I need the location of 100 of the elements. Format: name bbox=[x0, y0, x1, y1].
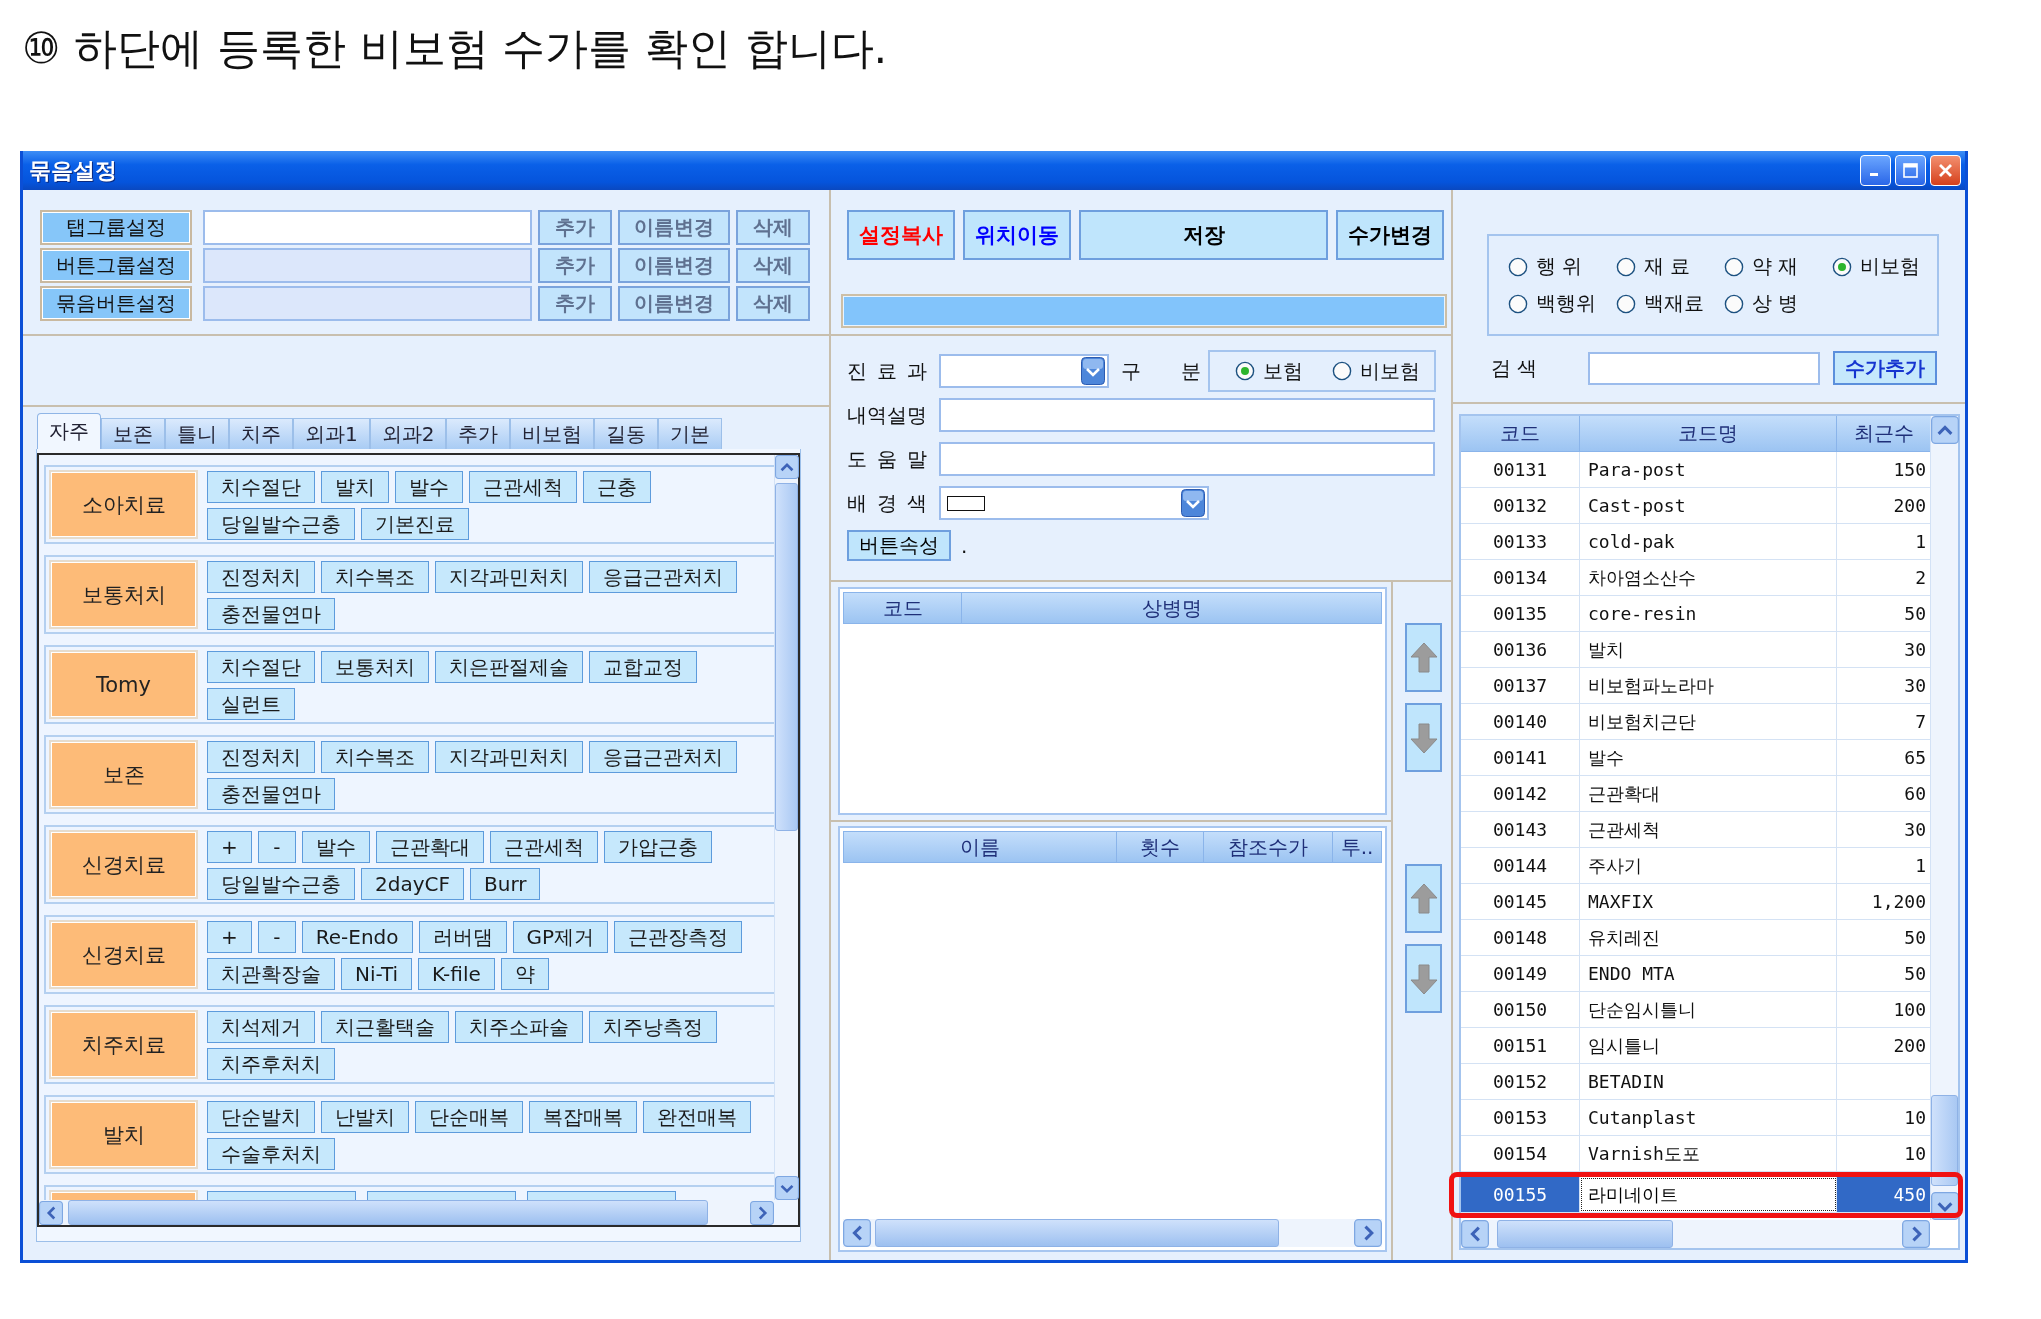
tab[interactable]: 외과1 bbox=[293, 418, 370, 449]
treatment-button[interactable]: 치주낭측정 bbox=[589, 1011, 717, 1043]
radio-option[interactable]: 상 병 bbox=[1724, 290, 1832, 317]
treatment-button[interactable]: 기본진료 bbox=[361, 508, 469, 540]
tab[interactable]: 치주 bbox=[229, 418, 293, 449]
tab[interactable]: 틀니 bbox=[165, 418, 229, 449]
treatment-button[interactable]: 당일발수근충 bbox=[207, 868, 355, 900]
treatment-button[interactable]: 지각과민처치 bbox=[435, 741, 583, 773]
chevron-up-icon[interactable] bbox=[1931, 416, 1959, 444]
treatment-button[interactable]: Burr bbox=[470, 868, 541, 900]
treatment-button[interactable]: 치주후처치 bbox=[207, 1048, 335, 1080]
chevron-left-icon[interactable] bbox=[843, 1219, 871, 1247]
treatment-button[interactable]: 교합교정 bbox=[589, 651, 697, 683]
treatment-button[interactable]: 가압근충 bbox=[603, 831, 712, 863]
chevron-down-icon[interactable] bbox=[1181, 489, 1205, 517]
treatment-button[interactable]: 단순매복 bbox=[415, 1101, 523, 1133]
column-header[interactable]: 횟수 bbox=[1117, 832, 1204, 862]
description-field[interactable] bbox=[939, 398, 1435, 432]
column-header[interactable]: 최근수 bbox=[1837, 416, 1930, 451]
column-header[interactable]: 참조수가 bbox=[1204, 832, 1333, 862]
toolbar-button[interactable]: 수가변경 bbox=[1336, 210, 1444, 260]
scrollbar-thumb[interactable] bbox=[775, 483, 798, 831]
radio-option[interactable]: 재 료 bbox=[1616, 253, 1724, 280]
treatment-button[interactable]: 충전물연마 bbox=[207, 778, 335, 810]
treatment-button[interactable]: 응급근관처치 bbox=[589, 741, 737, 773]
vertical-scrollbar[interactable] bbox=[1930, 416, 1958, 1220]
treatment-button[interactable]: 치은판절제술 bbox=[435, 651, 583, 683]
table-row[interactable]: 00154 Varnish도포 10 bbox=[1461, 1136, 1930, 1172]
table-row[interactable]: 00137 비보험파노라마 30 bbox=[1461, 668, 1930, 704]
treatment-button[interactable]: 약 bbox=[500, 958, 549, 990]
treatment-button[interactable]: 지각과민처치 bbox=[435, 561, 583, 593]
color-dropdown[interactable] bbox=[939, 486, 1209, 520]
treatment-button[interactable]: 발수 bbox=[301, 831, 370, 863]
column-header[interactable]: 상병명 bbox=[962, 593, 1381, 623]
table-row[interactable]: 00140 비보험치근단 7 bbox=[1461, 704, 1930, 740]
treatment-button[interactable]: 응급근관처치 bbox=[589, 561, 737, 593]
treatment-button[interactable]: 보통처치 bbox=[321, 651, 429, 683]
treatment-button[interactable]: 발치 bbox=[321, 471, 389, 503]
tab[interactable]: 기본 bbox=[658, 418, 723, 449]
radio-option[interactable]: 비보험 bbox=[1832, 253, 1940, 280]
treatment-button[interactable]: 당일발수근충 bbox=[207, 508, 355, 540]
chevron-up-icon[interactable] bbox=[775, 455, 799, 479]
radio-icon[interactable] bbox=[1724, 293, 1744, 314]
table-row[interactable]: 00134 차아염소산수 2 bbox=[1461, 560, 1930, 596]
chevron-left-icon[interactable] bbox=[39, 1200, 63, 1225]
move-up-button[interactable] bbox=[1405, 864, 1442, 933]
radio-icon[interactable] bbox=[1234, 361, 1255, 381]
table-row[interactable]: 00143 근관세척 30 bbox=[1461, 812, 1930, 848]
table-row[interactable]: 00131 Para-post 150 bbox=[1461, 452, 1930, 488]
treatment-button[interactable]: 단순발치 bbox=[207, 1101, 315, 1133]
horizontal-scrollbar[interactable] bbox=[1461, 1220, 1930, 1248]
add-fee-button[interactable]: 수가추가 bbox=[1833, 351, 1937, 385]
treatment-button[interactable]: 진정처치 bbox=[207, 561, 315, 593]
treatment-button[interactable]: 치관확장술 bbox=[207, 958, 335, 990]
radio-option[interactable]: 백행위 bbox=[1508, 290, 1616, 317]
scrollbar-thumb[interactable] bbox=[1931, 1095, 1958, 1186]
treatment-button[interactable]: 진정처치 bbox=[207, 741, 315, 773]
arrow-down-icon[interactable] bbox=[1409, 720, 1438, 755]
treatment-button[interactable]: 발수 bbox=[395, 471, 463, 503]
treatment-button[interactable]: 근관세척 bbox=[489, 831, 598, 863]
treatment-button[interactable]: 근관확대 bbox=[375, 831, 484, 863]
table-row[interactable]: 00144 주사기 1 bbox=[1461, 848, 1930, 884]
treatment-button[interactable]: 러버댐 bbox=[418, 921, 507, 953]
table-row[interactable]: 00145 MAXFIX 1,200 bbox=[1461, 884, 1930, 920]
chevron-right-icon[interactable] bbox=[1354, 1219, 1382, 1247]
treatment-button[interactable]: GP제거 bbox=[512, 921, 609, 953]
table-row[interactable]: 00151 임시틀니 200 bbox=[1461, 1028, 1930, 1064]
vertical-scrollbar[interactable] bbox=[774, 455, 798, 1200]
arrow-down-icon[interactable] bbox=[1409, 961, 1438, 996]
treatment-button[interactable]: Ni-Ti bbox=[341, 958, 413, 990]
arrow-up-icon[interactable] bbox=[1409, 881, 1438, 916]
table-row[interactable]: 00141 발수 65 bbox=[1461, 740, 1930, 776]
treatment-button[interactable]: 완전매복 bbox=[643, 1101, 751, 1133]
table-row[interactable]: 00152 BETADIN bbox=[1461, 1064, 1930, 1100]
radio-option[interactable]: 약 재 bbox=[1724, 253, 1832, 280]
column-header[interactable]: 이름 bbox=[844, 832, 1117, 862]
chevron-down-icon[interactable] bbox=[1081, 357, 1105, 385]
chevron-left-icon[interactable] bbox=[1461, 1220, 1489, 1248]
table-row[interactable]: 00153 Cutanplast 10 bbox=[1461, 1100, 1930, 1136]
table-row[interactable]: 00135 core-resin 50 bbox=[1461, 596, 1930, 632]
table-row[interactable]: 00148 유치레진 50 bbox=[1461, 920, 1930, 956]
treatment-button[interactable]: 치수복조 bbox=[321, 741, 429, 773]
scrollbar-thumb[interactable] bbox=[1497, 1220, 1673, 1248]
radio-icon[interactable] bbox=[1508, 293, 1528, 314]
treatment-button[interactable]: 복잡매복 bbox=[529, 1101, 637, 1133]
tab[interactable]: 보존 bbox=[101, 418, 165, 449]
column-header[interactable]: 코드명 bbox=[1580, 416, 1837, 451]
scrollbar-thumb[interactable] bbox=[875, 1219, 1279, 1247]
tab[interactable]: 외과2 bbox=[369, 418, 447, 449]
radio-icon[interactable] bbox=[1508, 256, 1528, 277]
treatment-button[interactable]: 치주소파술 bbox=[455, 1011, 583, 1043]
horizontal-scrollbar[interactable] bbox=[843, 1219, 1382, 1247]
move-up-button[interactable] bbox=[1405, 623, 1442, 692]
move-down-button[interactable] bbox=[1405, 944, 1442, 1013]
radio-option[interactable]: 백재료 bbox=[1616, 290, 1724, 317]
treatment-button[interactable]: 난발치 bbox=[321, 1101, 409, 1133]
radio-option[interactable]: 행 위 bbox=[1508, 253, 1616, 280]
table-row[interactable]: 00150 단순임시틀니 100 bbox=[1461, 992, 1930, 1028]
tab[interactable]: 길동 bbox=[594, 418, 659, 449]
table-row[interactable]: 00132 Cast-post 200 bbox=[1461, 488, 1930, 524]
